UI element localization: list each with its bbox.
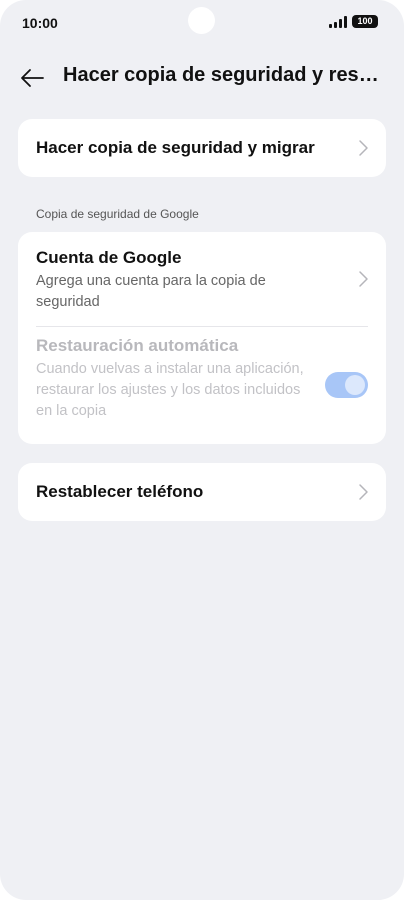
- signal-icon: [329, 15, 347, 28]
- google-backup-section-label: Copia de seguridad de Google: [36, 207, 199, 221]
- reset-phone-row[interactable]: Restablecer teléfono: [18, 463, 386, 521]
- chevron-right-icon: [359, 484, 368, 500]
- back-button[interactable]: [12, 60, 52, 96]
- toggle-knob: [345, 375, 365, 395]
- auto-restore-subtitle: Cuando vuelvas a instalar una aplicación…: [36, 361, 304, 419]
- reset-phone-label: Restablecer teléfono: [36, 482, 204, 501]
- google-backup-card: Cuenta de Google Agrega una cuenta para …: [18, 232, 386, 444]
- google-account-subtitle: Agrega una cuenta para la copia de segur…: [36, 273, 266, 310]
- backup-migrate-row[interactable]: Hacer copia de seguridad y migrar: [18, 119, 386, 177]
- chevron-right-icon: [359, 271, 368, 287]
- google-account-title: Cuenta de Google: [36, 248, 182, 267]
- screen: 10:00 100 Hacer copia de seguridad y res…: [0, 0, 404, 900]
- auto-restore-title: Restauración automática: [36, 336, 239, 355]
- backup-migrate-card[interactable]: Hacer copia de seguridad y migrar: [18, 119, 386, 177]
- reset-phone-card[interactable]: Restablecer teléfono: [18, 463, 386, 521]
- app-header: Hacer copia de seguridad y restab…: [0, 58, 404, 98]
- chevron-right-icon: [359, 140, 368, 156]
- backup-migrate-label: Hacer copia de seguridad y migrar: [36, 138, 315, 157]
- battery-icon: 100: [352, 15, 378, 28]
- auto-restore-row[interactable]: Restauración automática Cuando vuelvas a…: [18, 326, 386, 444]
- camera-cutout: [188, 7, 215, 34]
- google-account-row[interactable]: Cuenta de Google Agrega una cuenta para …: [18, 232, 386, 326]
- auto-restore-toggle[interactable]: [325, 372, 368, 398]
- status-bar: 10:00 100: [0, 0, 404, 46]
- status-time: 10:00: [22, 15, 58, 31]
- status-indicators: 100: [329, 15, 378, 28]
- back-arrow-icon: [21, 69, 44, 87]
- page-title: Hacer copia de seguridad y restab…: [63, 64, 385, 86]
